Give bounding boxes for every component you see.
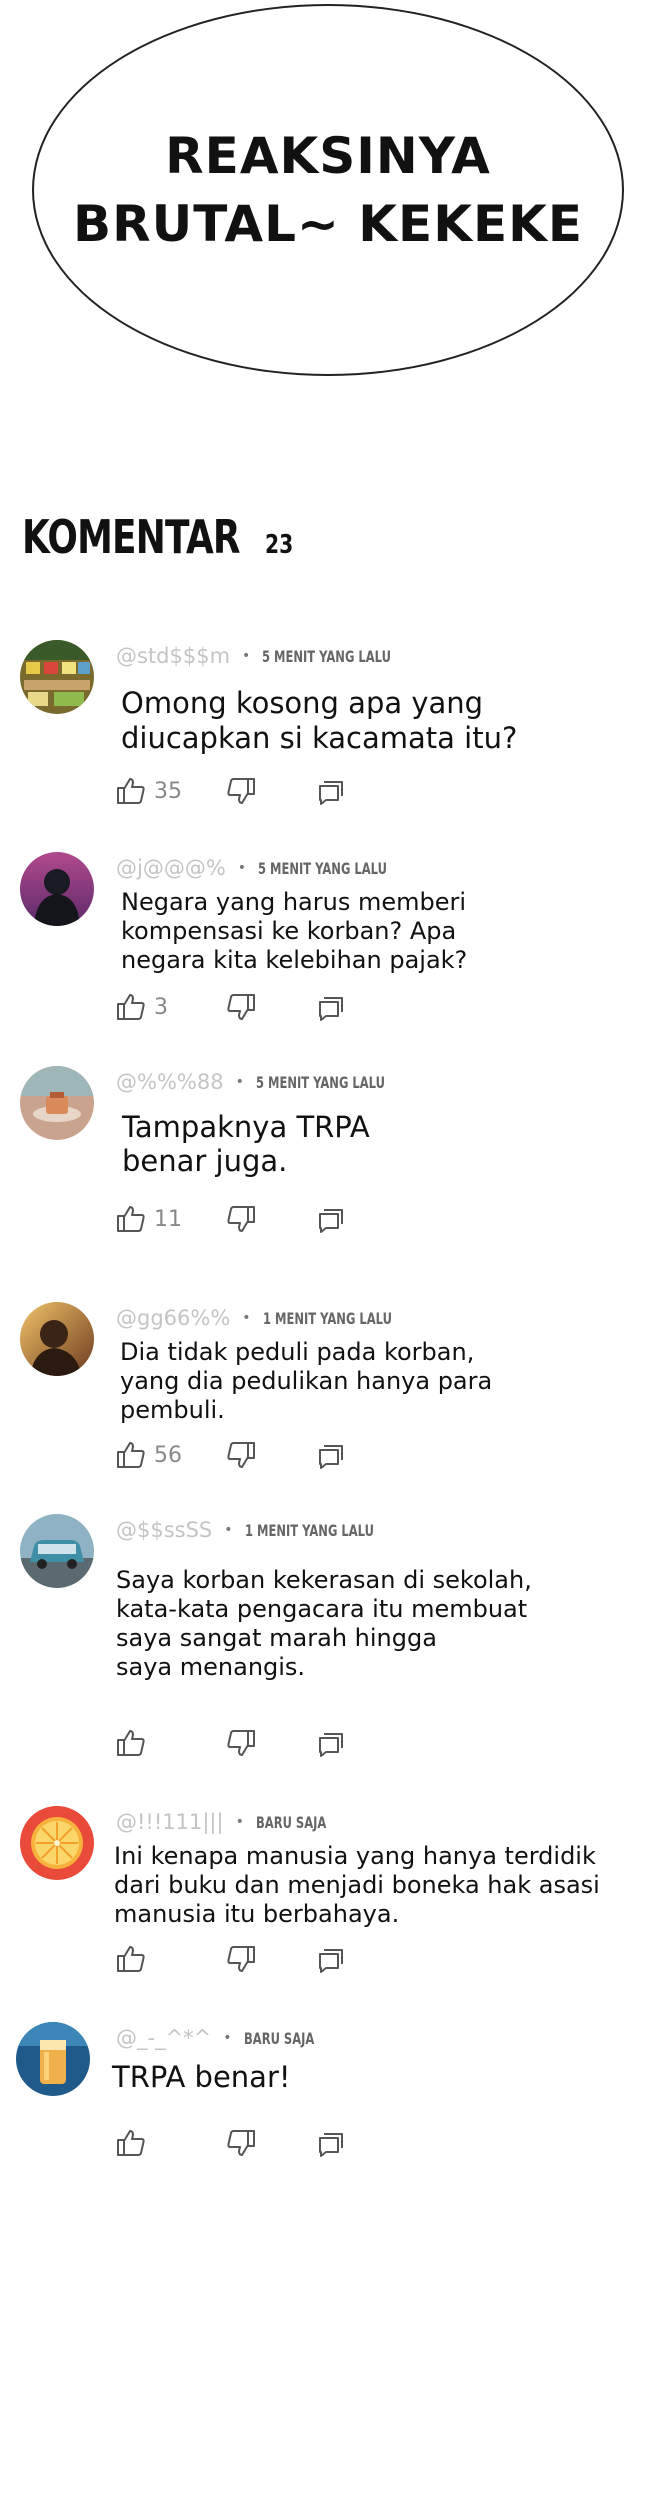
dislike-button[interactable] (226, 776, 256, 806)
dislike-button[interactable] (226, 2128, 256, 2158)
comment-actions: 11 (116, 1204, 416, 1240)
reply-icon (316, 1944, 346, 1974)
thumbs-down-icon (226, 1944, 256, 1974)
dislike-button[interactable] (226, 1204, 256, 1234)
comment-text: Tampaknya TRPA benar juga. (122, 1110, 370, 1178)
reply-icon (316, 1440, 346, 1470)
thumbs-up-icon (116, 1204, 146, 1234)
comment-username[interactable]: @!!!111||| (116, 1810, 224, 1834)
reply-button[interactable] (316, 776, 346, 806)
thumbs-up-icon (116, 776, 146, 806)
thumbs-up-icon (116, 1728, 146, 1758)
separator-dot: • (235, 1074, 244, 1090)
thumbs-up-icon (116, 992, 146, 1022)
avatar-car-icon[interactable] (20, 1514, 94, 1588)
like-count: 35 (154, 778, 182, 804)
reply-button[interactable] (316, 1204, 346, 1234)
comment-username[interactable]: @_-_^*^ (116, 2026, 211, 2050)
like-button[interactable] (116, 1944, 154, 1974)
reply-icon (316, 776, 346, 806)
like-count: 56 (154, 1442, 182, 1468)
separator-dot: • (237, 860, 247, 876)
separator-dot: • (235, 1814, 244, 1830)
avatar-portrait-icon[interactable] (20, 1302, 94, 1376)
separator-dot: • (242, 1310, 251, 1326)
avatar-market-icon[interactable] (20, 640, 94, 714)
comment-actions (116, 2128, 416, 2164)
thumbs-down-icon (226, 2128, 256, 2158)
dislike-button[interactable] (226, 1944, 256, 1974)
thumbs-up-icon (116, 1944, 146, 1974)
like-button[interactable]: 56 (116, 1440, 182, 1470)
comment-actions (116, 1728, 416, 1764)
dislike-button[interactable] (226, 1440, 256, 1470)
comment-time: BARU SAJA (243, 2028, 314, 2048)
like-button[interactable] (116, 2128, 154, 2158)
dislike-button[interactable] (226, 1728, 256, 1758)
comment-text: Ini kenapa manusia yang hanya terdidik d… (114, 1842, 600, 1928)
comments-header: KOMENTAR 23 (22, 510, 301, 564)
comment-username[interactable]: @%%%88 (116, 1070, 224, 1094)
comment-text: TRPA benar! (112, 2060, 291, 2094)
dislike-button[interactable] (226, 992, 256, 1022)
reply-button[interactable] (316, 992, 346, 1022)
comment-actions (116, 1944, 416, 1980)
comment-username[interactable]: @j@@@% (116, 856, 226, 880)
comment-time: 5 MENIT YANG LALU (258, 858, 388, 878)
thumbs-down-icon (226, 776, 256, 806)
comment-username[interactable]: @gg66%% (116, 1306, 230, 1330)
comment-text: Negara yang harus memberi kompensasi ke … (121, 888, 468, 974)
like-count: 11 (154, 1206, 182, 1232)
comment-time: 5 MENIT YANG LALU (262, 646, 392, 666)
reply-icon (316, 2128, 346, 2158)
comment-text: Dia tidak peduli pada korban, yang dia p… (120, 1338, 493, 1424)
thumbs-down-icon (226, 1204, 256, 1234)
like-count: 3 (154, 994, 168, 1020)
thumbs-down-icon (226, 1728, 256, 1758)
speech-bubble-text: REAKSINYA BRUTAL~ KEKEKE (73, 127, 583, 253)
speech-bubble: REAKSINYA BRUTAL~ KEKEKE (32, 4, 624, 376)
comment-actions: 35 (116, 776, 416, 812)
avatar-orange-icon[interactable] (20, 1806, 94, 1880)
comment-text: Omong kosong apa yang diucapkan si kacam… (121, 686, 518, 755)
thumbs-down-icon (226, 1440, 256, 1470)
comment-username[interactable]: @std$$$m (116, 644, 230, 668)
like-button[interactable]: 35 (116, 776, 182, 806)
like-button[interactable] (116, 1728, 154, 1758)
like-button[interactable]: 11 (116, 1204, 182, 1234)
reply-icon (316, 1204, 346, 1234)
comments-title: KOMENTAR (22, 510, 241, 564)
comment-time: 1 MENIT YANG LALU (262, 1308, 392, 1328)
avatar-cafe-icon[interactable] (20, 1066, 94, 1140)
reply-icon (316, 992, 346, 1022)
comment-time: 1 MENIT YANG LALU (244, 1520, 374, 1540)
comment-time: BARU SAJA (255, 1812, 327, 1832)
reply-icon (316, 1728, 346, 1758)
reply-button[interactable] (316, 1728, 346, 1758)
comment-actions: 3 (116, 992, 416, 1028)
separator-dot: • (223, 2030, 232, 2046)
reply-button[interactable] (316, 1440, 346, 1470)
comment-username[interactable]: @$$ssSS (116, 1518, 212, 1542)
comment-time: 5 MENIT YANG LALU (255, 1072, 385, 1092)
like-button[interactable]: 3 (116, 992, 168, 1022)
reply-button[interactable] (316, 2128, 346, 2158)
reply-button[interactable] (316, 1944, 346, 1974)
avatar-hooded-figure-icon[interactable] (20, 852, 94, 926)
thumbs-down-icon (226, 992, 256, 1022)
separator-dot: • (224, 1522, 233, 1538)
comment-actions: 56 (116, 1440, 416, 1476)
thumbs-up-icon (116, 1440, 146, 1470)
comment-text: Saya korban kekerasan di sekolah, kata-k… (116, 1566, 532, 1681)
avatar-drink-icon[interactable] (16, 2022, 90, 2096)
thumbs-up-icon (116, 2128, 146, 2158)
comments-count: 23 (265, 530, 294, 560)
separator-dot: • (242, 648, 251, 664)
